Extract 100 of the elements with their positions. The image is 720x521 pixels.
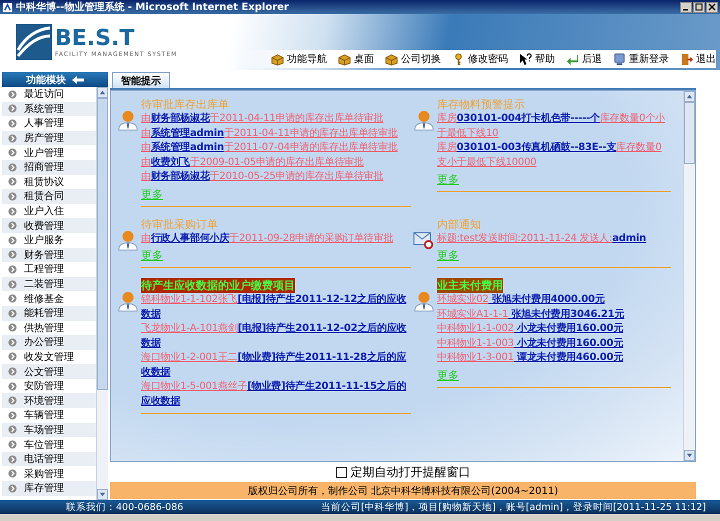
notice-link[interactable]: 标题:test发送时间:2011-11-24 发送人:admin	[437, 232, 646, 246]
notice-link[interactable]: 由系统管理admin于2011-04-11申请的库存出库单待审批	[141, 126, 398, 141]
arrow-circle-icon	[8, 308, 17, 318]
sidebar-item[interactable]: 库存管理	[2, 481, 96, 496]
down-arrow-icon[interactable]	[686, 452, 693, 459]
section-title: 内部通知	[437, 216, 481, 232]
sidebar-item[interactable]: 车场管理	[2, 422, 96, 438]
arrow-circle-icon	[8, 206, 17, 216]
left-arrow-icon	[72, 76, 84, 84]
toolbar-link[interactable]: 帮助	[519, 52, 555, 66]
arrow-circle-icon	[8, 396, 17, 406]
section-title: 业主未付费用	[437, 278, 503, 293]
browser-icon	[2, 2, 13, 12]
close-icon	[708, 3, 716, 11]
sidebar-item[interactable]: 供热管理	[2, 320, 96, 336]
monitor-icon	[613, 52, 626, 66]
section-title: 待审批采购订单	[141, 216, 218, 232]
contact-info: 联系我们：400-0686-086	[66, 500, 184, 514]
arrow-circle-icon	[8, 162, 17, 172]
notice-link[interactable]: 环城实业A1-1-1 张旭未付费用3046.21元	[437, 308, 624, 322]
logo-text: BE.S.T	[55, 26, 136, 50]
person-icon	[413, 109, 435, 131]
notice-link[interactable]: 由收费刘飞于2009-01-05申请的库存出库单待审批	[141, 156, 364, 170]
down-arrow-icon[interactable]	[99, 491, 106, 498]
sidebar-header[interactable]: 功能模块	[2, 72, 108, 87]
arrow-circle-icon	[8, 148, 17, 158]
arrow-circle-icon	[8, 338, 17, 347]
notice-link[interactable]: 由行政人事部何小庆于2011-09-28申请的采购订单待审批	[141, 232, 394, 246]
up-arrow-icon[interactable]	[686, 93, 693, 100]
auto-open-checkbox[interactable]: 定期自动打开提醒窗口	[336, 464, 470, 480]
section-title: 待审批库存出库单	[141, 97, 229, 112]
sidebar-item[interactable]: 能耗管理	[2, 306, 96, 320]
notice-link[interactable]: 由财务部杨淑花于2010-05-25申请的库存出库单待审批	[141, 170, 384, 184]
arrow-circle-icon	[8, 104, 17, 114]
box-icon	[385, 52, 398, 66]
scrollbar[interactable]	[96, 87, 108, 500]
notice-link[interactable]: 库房030101-004打卡机色带-----个库存数量0个小于最低下线10	[437, 112, 671, 141]
arrow-circle-icon	[8, 454, 17, 464]
copyright-text: 版权归公司所有，制作公司 北京中科华博科技有限公司(2004~2011)	[248, 484, 558, 498]
sidebar-item[interactable]: 房产管理	[2, 130, 96, 146]
sidebar-item[interactable]: 财务管理	[2, 248, 96, 262]
sidebar-item[interactable]: 公文管理	[2, 364, 96, 379]
sidebar-item[interactable]: 系统管理	[2, 102, 96, 116]
notice-link[interactable]: 中科物业1-3-001 谭龙未付费用460.00元	[437, 351, 624, 366]
notice-link[interactable]: 中科物业1-1-002 小龙未付费用160.00元	[437, 322, 624, 336]
maximize-button[interactable]	[693, 2, 705, 12]
arrow-circle-icon	[8, 294, 17, 304]
sidebar-item[interactable]: 办公管理	[2, 335, 96, 350]
window-title: 中科华博--物业管理系统 - Microsoft Internet Explorer	[16, 0, 290, 14]
person-icon	[117, 228, 139, 250]
minimize-button[interactable]	[680, 2, 692, 12]
arrow-circle-icon	[8, 484, 17, 493]
sidebar-item[interactable]: 招商管理	[2, 160, 96, 175]
arrow-circle-icon	[8, 352, 17, 362]
toolbar-link[interactable]: 功能导航	[271, 52, 327, 66]
scrollbar-thumb[interactable]	[97, 98, 108, 390]
toolbar-link[interactable]: 公司切换	[385, 52, 441, 66]
box-icon	[271, 52, 284, 66]
scrollbar-thumb[interactable]	[684, 102, 695, 164]
toolbar-link[interactable]: 退出	[680, 52, 716, 66]
person-icon	[117, 109, 139, 131]
toolbar-link[interactable]: 重新登录	[613, 52, 669, 66]
toolbar-link[interactable]: 后退	[566, 52, 602, 66]
arrow-circle-icon	[8, 469, 17, 478]
notice-link[interactable]: 环城实业02 张旭未付费用4000.00元	[437, 293, 605, 308]
notice-link[interactable]: 中科物业1-1-003 小龙未付费用160.00元	[437, 336, 624, 351]
sidebar-item[interactable]: 业户入住	[2, 204, 96, 218]
person-icon	[117, 290, 139, 312]
close-button[interactable]	[706, 2, 718, 12]
exit-door-icon	[680, 52, 693, 66]
arrow-circle-icon	[8, 221, 17, 230]
arrow-circle-icon	[8, 382, 17, 391]
arrow-circle-icon	[8, 280, 17, 289]
notice-link[interactable]: 由财务部杨淑花于2011-04-11申请的库存出库单待审批	[141, 112, 384, 126]
sidebar-item[interactable]: 收发文管理	[2, 350, 96, 364]
notice-link[interactable]: 由系统管理admin于2011-07-04申请的库存出库单待审批	[141, 141, 398, 156]
sidebar-item[interactable]: 租赁协议	[2, 174, 96, 190]
arrow-circle-icon	[8, 192, 17, 201]
arrow-circle-icon	[8, 118, 17, 128]
toolbar-link[interactable]: 修改密码	[452, 52, 508, 66]
sidebar-item[interactable]: 环境管理	[2, 393, 96, 408]
sidebar-item[interactable]: 安防管理	[2, 378, 96, 394]
session-info: 当前公司[中科华博]，项目[购物新天地]，账号[admin]，登录时间[2011-11-25 11:12]	[320, 500, 706, 514]
arrow-circle-icon	[8, 440, 17, 450]
arrow-circle-icon	[8, 250, 17, 260]
notice-link[interactable]: 库房030101-003传真机硒鼓--83E--支库存数量0支小于最低下线10000	[437, 141, 671, 170]
toolbar-link[interactable]: 桌面	[338, 52, 374, 66]
arrow-circle-icon	[8, 134, 17, 143]
scrollbar[interactable]	[683, 91, 695, 461]
sidebar-item[interactable]: 二装管理	[2, 276, 96, 292]
tab[interactable]: 智能提示	[112, 72, 170, 88]
arrow-circle-icon	[8, 177, 17, 186]
sidebar-item[interactable]: 租赁合同	[2, 189, 96, 204]
sidebar-title: 功能模块	[26, 74, 66, 86]
up-arrow-icon[interactable]	[99, 89, 106, 96]
maximize-icon	[695, 3, 703, 11]
back-arrow-icon	[566, 52, 579, 66]
sidebar-item[interactable]: 收费管理	[2, 218, 96, 233]
section-title: 待产生应收数据的业户缴费项目	[141, 278, 295, 293]
sidebar-item[interactable]: 电话管理	[2, 452, 96, 466]
